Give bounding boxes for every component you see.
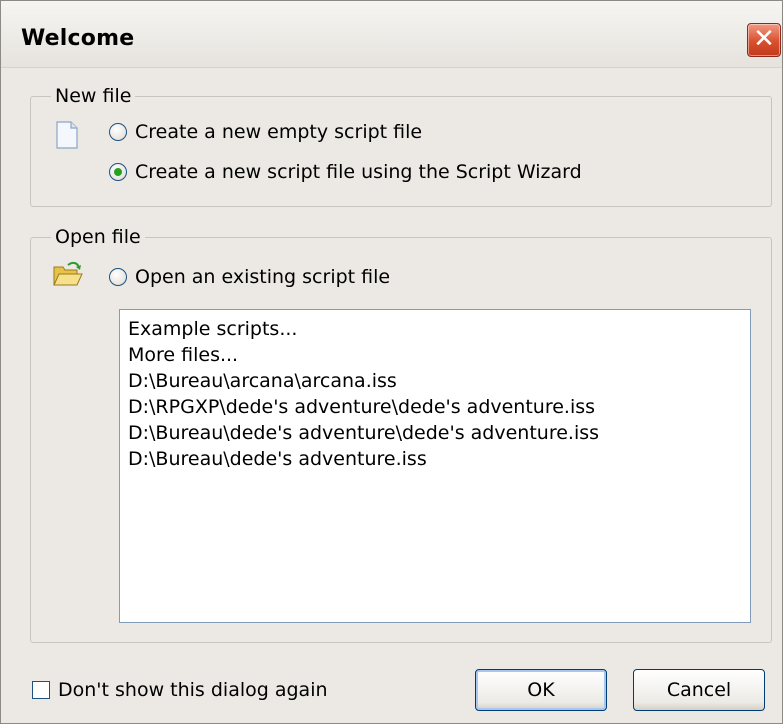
title-bar[interactable]: Welcome ✕ — [1, 1, 782, 68]
open-existing-script-option[interactable]: Open an existing script file — [109, 266, 390, 288]
list-item[interactable]: D:\RPGXP\dede's adventure\dede's adventu… — [128, 394, 742, 420]
list-item[interactable]: D:\Bureau\dede's adventure\dede's advent… — [128, 420, 742, 446]
open-existing-label: Open an existing script file — [135, 266, 391, 288]
list-item[interactable]: Example scripts... — [128, 316, 742, 342]
script-wizard-label: Create a new script file using the Scrip… — [135, 161, 582, 183]
welcome-dialog: Welcome ✕ New file Create a new empty sc… — [0, 0, 783, 724]
document-icon — [56, 121, 78, 149]
close-icon: ✕ — [753, 24, 775, 54]
list-item[interactable]: More files... — [128, 342, 742, 368]
new-script-wizard-option[interactable]: Create a new script file using the Scrip… — [109, 161, 582, 183]
radio-open-existing[interactable] — [109, 268, 127, 286]
dialog-title: Welcome — [21, 26, 135, 51]
ok-button[interactable]: OK — [475, 669, 607, 711]
cancel-button[interactable]: Cancel — [633, 669, 765, 711]
list-item[interactable]: D:\Bureau\arcana\arcana.iss — [128, 368, 742, 394]
radio-new-empty[interactable] — [109, 123, 127, 141]
radio-script-wizard[interactable] — [109, 163, 127, 181]
new-empty-script-option[interactable]: Create a new empty script file — [109, 121, 422, 143]
list-item[interactable]: D:\Bureau\dede's adventure.iss — [128, 446, 742, 472]
recent-files-list[interactable]: Example scripts... More files... D:\Bure… — [119, 309, 751, 623]
dont-show-again-label: Don't show this dialog again — [58, 679, 328, 701]
new-file-group-label: New file — [51, 83, 136, 109]
new-file-group: New file — [30, 83, 772, 207]
open-file-group-label: Open file — [51, 224, 145, 250]
dont-show-again-option[interactable]: Don't show this dialog again — [32, 679, 328, 701]
open-folder-icon — [53, 261, 83, 286]
new-empty-script-label: Create a new empty script file — [135, 121, 423, 143]
dont-show-again-checkbox[interactable] — [32, 681, 50, 699]
close-button[interactable]: ✕ — [747, 23, 781, 57]
